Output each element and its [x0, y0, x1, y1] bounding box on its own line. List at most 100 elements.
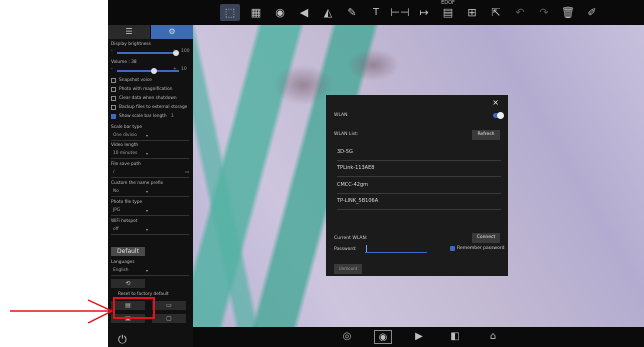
wlan-label: WLAN [334, 113, 348, 118]
volume-label: Volume : 38 [111, 60, 137, 65]
toggle-knob [497, 112, 504, 119]
tab-settings[interactable]: ⚙ [151, 25, 193, 39]
scale-bar-length-value[interactable]: 1 [171, 114, 174, 119]
scale-bar-type-label: Scale bar type [111, 125, 143, 130]
volume-minus[interactable]: - [111, 67, 113, 72]
undo-icon[interactable]: ↶ [510, 4, 530, 21]
clear-data-checkbox[interactable] [111, 96, 116, 101]
divider [111, 158, 189, 159]
chevron-down-icon[interactable]: ▾ [146, 189, 148, 194]
chevron-down-icon[interactable]: ▾ [146, 151, 148, 156]
folder-icon[interactable]: ▭ [185, 170, 189, 175]
scale-bar-type-select[interactable]: One divisio [113, 133, 137, 138]
select-tool-icon[interactable]: ⬚ [220, 4, 240, 21]
tab-adjust[interactable]: ☰ [108, 25, 150, 39]
monitor-button[interactable]: ▭ [152, 301, 186, 310]
divider [111, 215, 189, 216]
folder-gallery-icon[interactable]: ⌂ [484, 330, 502, 344]
languages-select[interactable]: English [113, 268, 129, 273]
brightness-value: 100 [181, 49, 190, 54]
edof-icon[interactable]: EDOF ▤ [438, 0, 458, 21]
video-length-select[interactable]: 10 minutes [113, 151, 137, 156]
divider [111, 234, 189, 235]
snapshot-icon[interactable]: ◉ [374, 330, 392, 344]
triangle-left-icon[interactable]: ◀ [294, 4, 314, 21]
brightness-slider[interactable] [117, 50, 179, 56]
chevron-down-icon[interactable]: ▾ [146, 268, 148, 273]
sliders-icon: ☰ [125, 27, 133, 36]
eraser-icon[interactable]: ✐ [582, 4, 602, 21]
power-icon[interactable]: ⏻ [118, 333, 127, 347]
network-item[interactable]: TPLink-113AE8 [337, 161, 501, 177]
wifi-hotspot-label: WiFi hotspot [111, 219, 138, 224]
reset-icon: ⟲ [125, 280, 131, 287]
unmount-button[interactable]: Unmount [334, 264, 362, 274]
volume-knob[interactable] [151, 68, 157, 74]
text-tool-icon[interactable]: T [366, 4, 386, 21]
photo-file-type-select[interactable]: JPG [113, 208, 120, 213]
display-brightness-label: Display brightness [111, 42, 151, 47]
file-save-path-label: File save path [111, 162, 141, 167]
clear-data-label: Clear data when shutdown [119, 96, 177, 101]
arrow-measure-icon[interactable]: ↦ [414, 4, 434, 21]
wifi-hotspot-select[interactable]: off [113, 227, 119, 232]
chevron-down-icon[interactable]: ▾ [146, 227, 148, 232]
name-prefix-select[interactable]: No [113, 189, 119, 194]
gear-icon: ⚙ [168, 27, 176, 36]
close-icon[interactable]: × [492, 98, 499, 107]
scale-bar-checkbox[interactable] [111, 114, 116, 119]
wlan-toggle[interactable] [493, 112, 504, 119]
top-toolbar: ⬚ ▦ ◉ ◀ ◭ ✎ T ⊢⊣ ↦ EDOF ▤ ⊞ ⇱ ↶ ↷ 🗑 ✐ [108, 0, 644, 25]
brightness-plus[interactable]: + [173, 49, 177, 54]
reset-icon-button[interactable]: ⟲ [111, 279, 145, 288]
video-capture-icon[interactable]: ◧ [446, 330, 464, 344]
brightness-minus[interactable]: - [111, 49, 113, 54]
volume-value: 10 [181, 67, 187, 72]
text-cursor [366, 245, 367, 252]
edof-label: EDOF [441, 0, 455, 6]
default-button[interactable]: Default [111, 247, 145, 256]
backup-files-checkbox[interactable] [111, 105, 116, 110]
video-length-label: Video length [111, 143, 139, 148]
chat-button[interactable]: ▢ [152, 314, 186, 323]
file-save-path-value[interactable]: / [113, 170, 114, 175]
photo-magnification-checkbox[interactable] [111, 87, 116, 92]
compare-icon[interactable]: ⊞ [462, 4, 482, 21]
volume-plus[interactable]: + [173, 67, 177, 72]
password-input[interactable] [365, 245, 427, 253]
monitor-icon: ▭ [166, 302, 172, 309]
connect-button[interactable]: Connect [472, 233, 500, 243]
refresh-button[interactable]: Refresh [472, 130, 500, 140]
divider [111, 196, 189, 197]
snapshot-voice-label: Snapshot voice [119, 78, 152, 83]
name-prefix-label: Custom the name prefix [111, 181, 164, 186]
divider [111, 275, 189, 276]
video-record-icon[interactable]: ▶ [410, 330, 428, 344]
snapshot-voice-checkbox[interactable] [111, 78, 116, 83]
chat-icon: ▢ [166, 315, 172, 322]
camera-icon[interactable]: ◎ [338, 330, 356, 344]
redo-icon[interactable]: ↷ [534, 4, 554, 21]
remember-password-label: Remember password [457, 246, 505, 251]
divider [111, 177, 189, 178]
horizontal-measure-icon[interactable]: ⊢⊣ [390, 4, 410, 21]
cursor-icon[interactable]: ⇱ [486, 4, 506, 21]
roi-tool-icon[interactable]: ▦ [246, 4, 266, 21]
trash-icon[interactable]: 🗑 [558, 4, 578, 21]
wlan-list-label: WLAN List: [334, 132, 359, 137]
photo-magnification-label: Photo with magnification [119, 87, 173, 92]
volume-slider[interactable] [117, 68, 179, 74]
remember-password-checkbox[interactable] [450, 246, 455, 251]
scale-bar-label: Show scale bar length [119, 114, 167, 119]
chevron-down-icon[interactable]: ▾ [146, 208, 148, 213]
network-item[interactable]: TP-LINK_5B106A [337, 194, 501, 210]
chevron-down-icon[interactable]: ▾ [146, 133, 148, 138]
languages-label: Languages [111, 260, 135, 265]
measure-triangle-icon[interactable]: ◭ [318, 4, 338, 21]
backup-files-label: Backup files to external storage [119, 105, 188, 110]
divider [111, 140, 189, 141]
color-wheel-icon[interactable]: ◉ [270, 4, 290, 21]
network-item[interactable]: 3D-5G [337, 145, 501, 161]
pen-tool-icon[interactable]: ✎ [342, 4, 362, 21]
network-item[interactable]: CMCC-42gm [337, 178, 501, 194]
